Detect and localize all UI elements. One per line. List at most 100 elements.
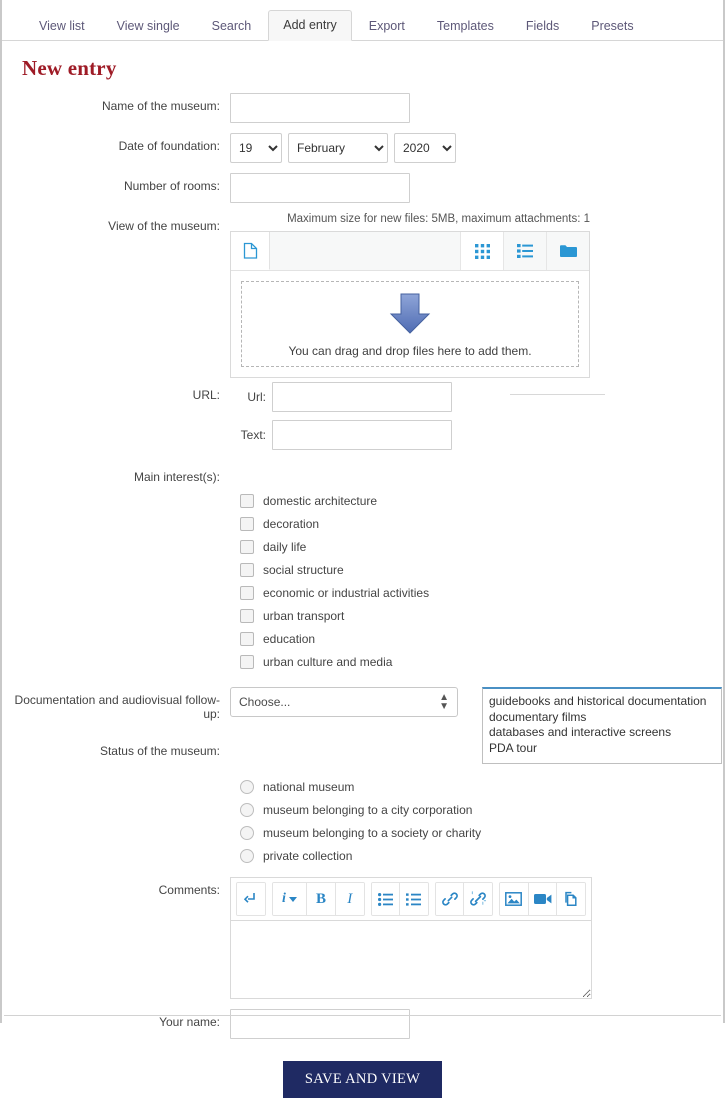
drop-zone-text: You can drag and drop files here to add …	[288, 343, 532, 358]
label-date-of-foundation: Date of foundation:	[118, 139, 220, 153]
row-main-interests: Main interest(s):	[2, 464, 723, 484]
radio-label: national museum	[263, 780, 355, 794]
option-item[interactable]: databases and interactive screens	[489, 725, 715, 741]
tab-view-single[interactable]: View single	[102, 11, 195, 41]
decorative-rule	[510, 394, 605, 395]
tab-view-list[interactable]: View list	[24, 11, 100, 41]
checkbox-label: domestic architecture	[263, 494, 378, 508]
manage-files-icon[interactable]	[557, 883, 585, 915]
number-of-rooms-input[interactable]	[230, 173, 410, 203]
checkbox-urban-transport[interactable]	[240, 609, 254, 623]
label-view-of-museum: View of the museum:	[108, 219, 220, 233]
checkbox-item[interactable]: education	[240, 628, 723, 650]
checkbox-label: urban culture and media	[263, 655, 393, 669]
status-options-list: national museum museum belonging to a ci…	[2, 774, 723, 867]
unlink-icon[interactable]	[464, 883, 493, 915]
undo-return-icon[interactable]	[237, 883, 265, 915]
updown-arrows-icon: ▲ ▼	[439, 692, 449, 712]
link-icon[interactable]	[435, 883, 465, 915]
rich-text-editor: i B I	[230, 877, 592, 999]
label-main-interests: Main interest(s):	[133, 470, 220, 484]
list-view-icon[interactable]	[503, 232, 546, 270]
tab-add-entry[interactable]: Add entry	[268, 10, 352, 41]
label-url: URL:	[192, 388, 220, 402]
checkbox-label: urban transport	[263, 609, 345, 623]
radio-city-corporation[interactable]	[240, 803, 254, 817]
option-item[interactable]: documentary films	[489, 710, 715, 726]
url-text-input[interactable]	[272, 420, 452, 450]
editor-group-media	[499, 882, 587, 916]
editor-toolbar: i B I	[230, 877, 592, 921]
save-button-container: SAVE AND VIEW	[2, 1061, 723, 1098]
checkbox-item[interactable]: economic or industrial activities	[240, 582, 723, 604]
your-name-input[interactable]	[230, 1009, 410, 1039]
image-icon[interactable]	[500, 883, 529, 915]
checkbox-item[interactable]: daily life	[240, 536, 723, 558]
radio-society-or-charity[interactable]	[240, 826, 254, 840]
radio-item[interactable]: national museum	[240, 776, 723, 798]
checkbox-label: education	[263, 632, 316, 646]
radio-label: museum belonging to a city corporation	[263, 803, 473, 817]
label-comments: Comments:	[158, 883, 220, 897]
checkbox-daily-life[interactable]	[240, 540, 254, 554]
documentation-select-value: Choose...	[239, 695, 291, 709]
file-icon[interactable]	[231, 232, 270, 270]
date-month-select[interactable]: February	[288, 133, 388, 163]
checkbox-domestic-architecture[interactable]	[240, 494, 254, 508]
radio-national-museum[interactable]	[240, 780, 254, 794]
tab-templates[interactable]: Templates	[422, 11, 509, 41]
info-dropdown-icon[interactable]: i	[272, 883, 308, 915]
option-item[interactable]: PDA tour	[489, 741, 715, 757]
bold-icon[interactable]: B	[307, 883, 336, 915]
option-item[interactable]: guidebooks and historical documentation	[489, 694, 715, 710]
tab-export[interactable]: Export	[354, 11, 420, 41]
page-container: View list View single Search Add entry E…	[0, 0, 725, 1098]
grid-view-icon[interactable]	[460, 232, 503, 270]
italic-icon[interactable]: I	[335, 883, 364, 915]
file-manager-toolbar	[231, 232, 589, 271]
file-drop-zone[interactable]: You can drag and drop files here to add …	[241, 281, 579, 367]
checkbox-decoration[interactable]	[240, 517, 254, 531]
row-url: URL: Url: Text:	[2, 382, 723, 458]
checkbox-label: daily life	[263, 540, 307, 554]
tab-presets[interactable]: Presets	[576, 11, 648, 41]
save-and-view-button[interactable]: SAVE AND VIEW	[282, 1061, 443, 1098]
documentation-select[interactable]: Choose... ▲ ▼	[230, 687, 458, 717]
numbered-list-icon[interactable]	[400, 883, 428, 915]
radio-private-collection[interactable]	[240, 849, 254, 863]
radio-item[interactable]: museum belonging to a city corporation	[240, 799, 723, 821]
checkbox-item[interactable]: decoration	[240, 513, 723, 535]
video-icon[interactable]	[528, 883, 558, 915]
checkbox-social-structure[interactable]	[240, 563, 254, 577]
folder-icon[interactable]	[546, 232, 589, 270]
tab-bar: View list View single Search Add entry E…	[2, 0, 723, 41]
documentation-options-list[interactable]: guidebooks and historical documentation …	[482, 687, 722, 764]
chevron-down-icon	[288, 896, 297, 902]
checkbox-item[interactable]: social structure	[240, 559, 723, 581]
date-selects: 19 February 2020	[230, 133, 723, 163]
row-museum-name: Name of the museum:	[2, 93, 723, 123]
museum-name-input[interactable]	[230, 93, 410, 123]
url-input[interactable]	[272, 382, 452, 412]
radio-item[interactable]: private collection	[240, 845, 723, 867]
date-year-select[interactable]: 2020	[394, 133, 456, 163]
comments-textarea[interactable]	[230, 921, 592, 999]
new-entry-form: Name of the museum: Date of foundation: …	[2, 93, 723, 1098]
label-museum-name: Name of the museum:	[101, 99, 220, 113]
tab-search[interactable]: Search	[197, 11, 267, 41]
text-sub-row: Text:	[230, 420, 723, 450]
radio-item[interactable]: museum belonging to a society or charity	[240, 822, 723, 844]
tab-fields[interactable]: Fields	[511, 11, 574, 41]
checkbox-item[interactable]: domestic architecture	[240, 490, 723, 512]
checkbox-economic-industrial[interactable]	[240, 586, 254, 600]
row-your-name: Your name:	[2, 1009, 723, 1039]
checkbox-item[interactable]: urban transport	[240, 605, 723, 627]
row-comments: Comments: i B I	[2, 877, 723, 999]
bullet-list-icon[interactable]	[371, 883, 401, 915]
date-day-select[interactable]: 19	[230, 133, 282, 163]
checkbox-urban-culture-media[interactable]	[240, 655, 254, 669]
main-interests-list: domestic architecture decoration daily l…	[2, 488, 723, 673]
checkbox-education[interactable]	[240, 632, 254, 646]
checkbox-item[interactable]: urban culture and media	[240, 651, 723, 673]
checkbox-label: decoration	[263, 517, 320, 531]
